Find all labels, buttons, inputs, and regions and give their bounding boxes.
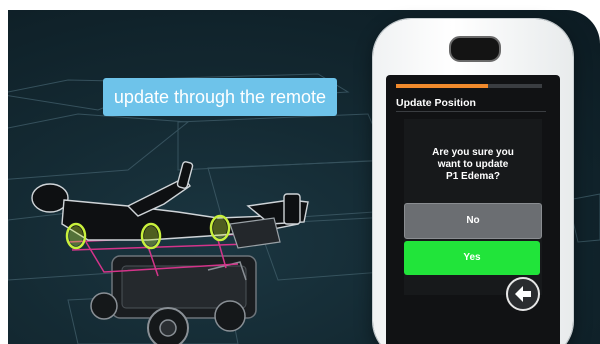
callout-text: update through the remote: [113, 87, 327, 107]
yes-button[interactable]: Yes: [404, 241, 540, 275]
instruction-callout: update through the remote: [103, 78, 337, 116]
remote-screen: Update Position Are you sure you want to…: [386, 75, 560, 344]
wheelchair-base: [90, 255, 257, 344]
leg-rest: [229, 217, 281, 249]
question-line-3: P1 Edema?: [446, 171, 500, 182]
progress-fill: [396, 84, 488, 88]
confirm-question: Are you sure you want to update P1 Edema…: [416, 147, 530, 183]
title-divider: [396, 111, 546, 112]
no-button[interactable]: No: [404, 203, 542, 239]
remote-speaker: [449, 36, 501, 62]
question-line-2: want to update: [437, 159, 509, 170]
screen-title: Update Position: [396, 97, 476, 109]
arrow-left-icon: [515, 286, 531, 302]
question-line-1: Are you sure you: [432, 147, 514, 158]
remote-device: Update Position Are you sure you want to…: [373, 19, 573, 344]
video-frame: update through the remote Update Positio…: [0, 0, 600, 344]
back-button[interactable]: [506, 277, 540, 311]
progress-bar: [396, 84, 542, 88]
